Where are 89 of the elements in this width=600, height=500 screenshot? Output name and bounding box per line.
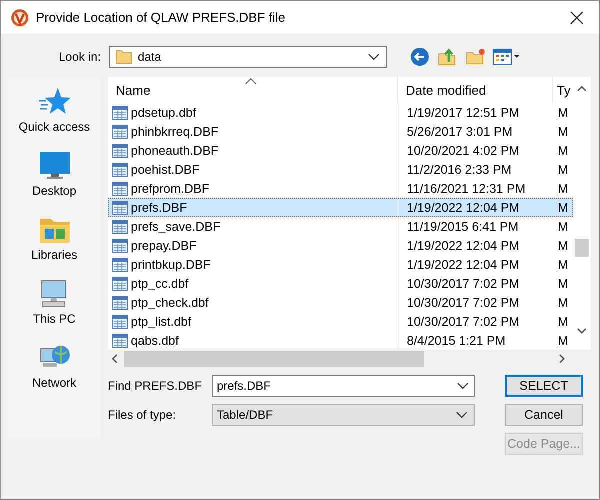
table-file-icon [112,182,128,196]
date-cell: 10/30/2017 7:02 PM [407,276,520,290]
type-cell: M [558,220,568,234]
type-cell: M [558,276,568,290]
file-row[interactable]: prefs.DBF 1/19/2022 12:04 PM M [108,198,573,217]
window-title: Provide Location of QLAW PREFS.DBF file [36,10,287,25]
table-file-icon [112,314,128,328]
file-name: prefprom.DBF [131,182,210,196]
file-row[interactable]: pdsetup.dbf 1/19/2017 12:51 PM M [108,103,573,122]
table-file-icon [112,258,128,272]
table-file-icon [112,124,128,138]
find-label: Find PREFS.DBF [108,379,204,393]
table-file-icon [112,220,128,234]
sidebar-item[interactable]: Libraries [8,205,101,269]
file-row[interactable]: phinbkrreq.DBF 5/26/2017 3:01 PM M [108,122,573,141]
app-logo-icon [11,8,29,26]
date-cell: 1/19/2017 12:51 PM [407,106,520,120]
sort-icon [245,78,257,85]
file-name: phinbkrreq.DBF [131,124,219,138]
file-name: printbkup.DBF [131,258,211,272]
file-row[interactable]: ptp_check.dbf 10/30/2017 7:02 PM M [108,293,573,312]
type-cell: M [558,162,568,176]
table-file-icon [112,334,128,348]
file-row[interactable]: prefs_save.DBF 11/19/2015 6:41 PM M [108,217,573,236]
date-cell: 1/19/2022 12:04 PM [407,258,520,272]
file-name: poehist.DBF [131,162,200,176]
table-file-icon [112,162,128,176]
file-name-field[interactable]: prefs.DBF [212,375,475,397]
type-cell: M [558,200,568,214]
file-row[interactable]: ptp_list.dbf 10/30/2017 7:02 PM M [108,312,573,331]
type-cell: M [558,182,568,196]
sidebar-item[interactable]: Network [8,333,101,397]
type-cell: M [558,258,568,272]
file-name: prefs.DBF [131,200,188,214]
date-cell: 11/16/2021 12:31 PM [407,182,526,196]
date-cell: 5/26/2017 3:01 PM [407,124,513,138]
folder-icon [116,50,132,64]
type-cell: M [558,124,568,138]
file-row[interactable]: poehist.DBF 11/2/2016 2:33 PM M [108,160,573,179]
table-file-icon [112,200,128,214]
dialog-button[interactable]: Cancel [505,404,583,426]
date-cell: 10/30/2017 7:02 PM [407,314,520,328]
file-name: ptp_cc.dbf [131,276,189,290]
file-type-dropdown[interactable]: Table/DBF [212,404,475,426]
sidebar-item[interactable]: Desktop [8,141,101,205]
type-cell: M [558,144,568,158]
table-file-icon [112,144,128,158]
type-cell: M [558,296,568,310]
column-header[interactable]: Name [108,77,398,103]
star-icon [38,87,72,117]
column-header[interactable]: Ty [553,77,573,103]
table-file-icon [112,296,128,310]
dialog-button[interactable]: SELECT [505,375,583,397]
date-cell: 1/19/2022 12:04 PM [407,238,520,252]
scroll-thumb[interactable] [124,351,424,367]
monitor-icon [38,151,70,181]
file-name: pdsetup.dbf [131,106,196,120]
file-name: ptp_list.dbf [131,314,192,328]
sidebar-item[interactable]: This PC [8,269,101,333]
file-name: ptp_check.dbf [131,296,209,310]
file-row[interactable]: prepay.DBF 1/19/2022 12:04 PM M [108,236,573,255]
look-in-dropdown[interactable]: data [109,46,388,68]
table-file-icon [112,106,128,120]
file-name: prefs_save.DBF [131,220,221,234]
sidebar-item[interactable]: Quick access [8,77,101,141]
back-icon[interactable] [409,46,432,68]
scroll-thumb[interactable] [575,239,589,257]
file-name: prepay.DBF [131,238,197,252]
file-row[interactable]: printbkup.DBF 1/19/2022 12:04 PM M [108,255,573,274]
table-file-icon [112,276,128,290]
date-cell: 10/20/2021 4:02 PM [407,144,520,158]
date-cell: 1/19/2022 12:04 PM [407,200,520,214]
date-cell: 10/30/2017 7:02 PM [407,296,520,310]
view-menu-icon[interactable] [493,46,522,68]
type-cell: M [558,314,568,328]
date-cell: 11/19/2015 6:41 PM [407,220,519,234]
file-type-label: Files of type: [108,408,178,422]
date-cell: 8/4/2015 1:21 PM [407,334,506,348]
column-header[interactable]: Date modified [398,77,553,103]
look-in-label: Look in: [59,50,102,64]
file-name: qabs.dbf [131,334,179,348]
file-row[interactable]: phoneauth.DBF 10/20/2021 4:02 PM M [108,141,573,160]
type-cell: M [558,106,568,120]
date-cell: 11/2/2016 2:33 PM [407,162,512,176]
type-cell: M [558,238,568,252]
file-row[interactable]: ptp_cc.dbf 10/30/2017 7:02 PM M [108,274,573,293]
file-name: phoneauth.DBF [131,144,219,158]
table-file-icon [112,238,128,252]
type-cell: M [558,334,568,348]
